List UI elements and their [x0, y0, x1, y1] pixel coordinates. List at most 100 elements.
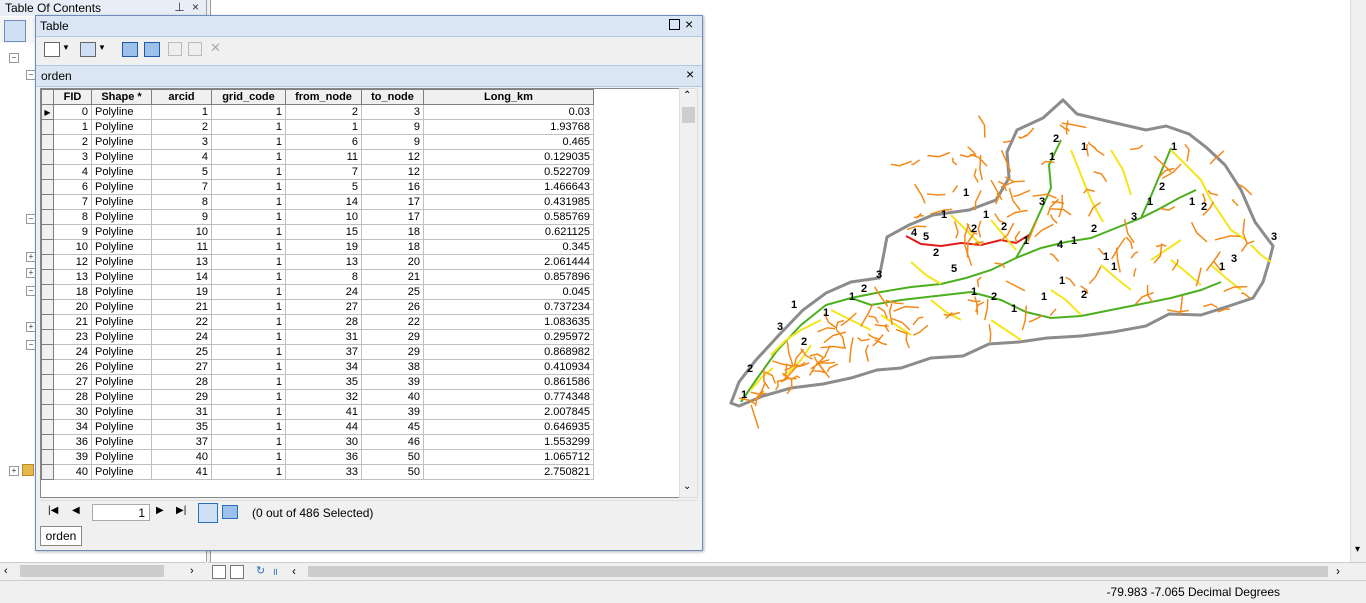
table-row[interactable]: 34 Polyline 35 1 44 45 0.646935 — [41, 419, 594, 435]
row-selector[interactable] — [41, 404, 54, 420]
row-selector-header[interactable] — [41, 89, 54, 105]
table-vertical-scrollbar[interactable]: ⌃ ⌄ — [679, 88, 698, 498]
scroll-right-icon[interactable]: › — [1336, 564, 1340, 578]
row-selector[interactable] — [41, 179, 54, 195]
row-selector[interactable] — [41, 224, 54, 240]
column-header[interactable]: Shape * — [91, 89, 152, 105]
row-selector[interactable] — [41, 194, 54, 210]
table-row[interactable]: 10 Polyline 11 1 19 18 0.345 — [41, 239, 594, 255]
table-row[interactable]: 20 Polyline 21 1 27 26 0.737234 — [41, 299, 594, 315]
table-row[interactable]: 40 Polyline 41 1 33 50 2.750821 — [41, 464, 594, 480]
table-options-icon[interactable] — [44, 42, 60, 57]
column-header[interactable]: grid_code — [211, 89, 286, 105]
scroll-thumb[interactable] — [20, 565, 164, 577]
related-tables-icon[interactable] — [80, 42, 96, 57]
expand-icon[interactable]: − — [9, 53, 19, 63]
table-row[interactable]: 2 Polyline 3 1 6 9 0.465 — [41, 134, 594, 150]
row-selector[interactable] — [41, 239, 54, 255]
table-row[interactable]: 1 Polyline 2 1 1 9 1.93768 — [41, 119, 594, 135]
toc-horizontal-scrollbar[interactable]: ‹ › — [0, 562, 206, 581]
table-row[interactable]: 23 Polyline 24 1 31 29 0.295972 — [41, 329, 594, 345]
row-selector[interactable] — [41, 464, 54, 480]
column-header[interactable]: to_node — [361, 89, 424, 105]
scroll-left-icon[interactable]: ‹ — [4, 565, 8, 577]
table-row[interactable]: 27 Polyline 28 1 35 39 0.861586 — [41, 374, 594, 390]
maximize-icon[interactable] — [669, 19, 680, 30]
table-tab-orden[interactable]: orden — [40, 526, 82, 546]
first-record-button[interactable]: |◀ — [48, 505, 58, 516]
row-selector[interactable] — [41, 284, 54, 300]
record-number-input[interactable]: 1 — [92, 504, 150, 521]
scroll-thumb[interactable] — [308, 566, 1328, 577]
row-selector[interactable]: ▶ — [41, 104, 54, 120]
scroll-right-icon[interactable]: › — [190, 565, 194, 577]
table-row[interactable]: 26 Polyline 27 1 34 38 0.410934 — [41, 359, 594, 375]
previous-record-button[interactable]: ◀ — [72, 505, 80, 516]
delete-selected-icon[interactable]: ✕ — [210, 40, 221, 56]
table-row[interactable]: 3 Polyline 4 1 11 12 0.129035 — [41, 149, 594, 165]
row-selector[interactable] — [41, 389, 54, 405]
layout-view-icon[interactable] — [212, 565, 226, 579]
clear-selection-icon[interactable] — [168, 42, 182, 56]
select-by-attributes-icon[interactable] — [122, 42, 138, 57]
next-record-button[interactable]: ▶ — [156, 505, 164, 516]
map-vertical-scrollbar[interactable]: ▾ — [1350, 0, 1366, 562]
row-selector[interactable] — [41, 344, 54, 360]
table-row[interactable]: 12 Polyline 13 1 13 20 2.061444 — [41, 254, 594, 270]
table-row[interactable]: ▶ 0 Polyline 1 1 2 3 0.03 — [41, 104, 594, 120]
pin-icon[interactable]: ⊥ — [173, 1, 186, 14]
table-row[interactable]: 28 Polyline 29 1 32 40 0.774348 — [41, 389, 594, 405]
row-selector[interactable] — [41, 269, 54, 285]
data-view-icon[interactable] — [230, 565, 244, 579]
switch-selection-icon[interactable] — [144, 42, 160, 57]
row-selector[interactable] — [41, 374, 54, 390]
row-selector[interactable] — [41, 449, 54, 465]
chevron-down-icon[interactable]: ▼ — [62, 43, 70, 52]
table-row[interactable]: 36 Polyline 37 1 30 46 1.553299 — [41, 434, 594, 450]
table-row[interactable]: 21 Polyline 22 1 28 22 1.083635 — [41, 314, 594, 330]
row-selector[interactable] — [41, 419, 54, 435]
close-icon[interactable]: × — [685, 16, 693, 32]
row-selector[interactable] — [41, 149, 54, 165]
table-row[interactable]: 8 Polyline 9 1 10 17 0.585769 — [41, 209, 594, 225]
table-row[interactable]: 13 Polyline 14 1 8 21 0.857896 — [41, 269, 594, 285]
column-header[interactable]: from_node — [285, 89, 362, 105]
row-selector[interactable] — [41, 134, 54, 150]
refresh-icon[interactable]: ↻ — [256, 564, 265, 577]
zoom-to-selected-icon[interactable] — [188, 42, 202, 56]
row-selector[interactable] — [41, 209, 54, 225]
row-selector[interactable] — [41, 329, 54, 345]
toc-close-button[interactable]: × — [189, 1, 202, 14]
column-header[interactable]: FID — [53, 89, 92, 105]
list-by-drawing-order-icon[interactable] — [4, 20, 26, 42]
row-selector[interactable] — [41, 254, 54, 270]
row-selector[interactable] — [41, 164, 54, 180]
table-row[interactable]: 24 Polyline 25 1 37 29 0.868982 — [41, 344, 594, 360]
scroll-down-icon[interactable]: ⌄ — [683, 481, 691, 492]
table-row[interactable]: 9 Polyline 10 1 15 18 0.621125 — [41, 224, 594, 240]
scroll-up-icon[interactable]: ⌃ — [683, 90, 691, 101]
row-selector[interactable] — [41, 359, 54, 375]
chevron-down-icon[interactable]: ▼ — [98, 43, 106, 52]
show-selected-records-icon[interactable] — [222, 505, 238, 519]
scroll-left-icon[interactable]: ‹ — [292, 564, 296, 578]
row-selector[interactable] — [41, 119, 54, 135]
row-selector[interactable] — [41, 434, 54, 450]
table-row[interactable]: 30 Polyline 31 1 41 39 2.007845 — [41, 404, 594, 420]
expand-icon[interactable]: + — [9, 466, 19, 476]
map-horizontal-scrollbar[interactable]: ↻ ॥ ‹ › — [208, 562, 1366, 581]
row-selector[interactable] — [41, 314, 54, 330]
row-selector[interactable] — [41, 299, 54, 315]
close-icon[interactable]: × — [686, 66, 694, 82]
scroll-thumb[interactable] — [682, 107, 695, 123]
table-row[interactable]: 7 Polyline 8 1 14 17 0.431985 — [41, 194, 594, 210]
table-row[interactable]: 39 Polyline 40 1 36 50 1.065712 — [41, 449, 594, 465]
show-all-records-icon[interactable] — [198, 503, 218, 523]
last-record-button[interactable]: ▶| — [176, 505, 186, 516]
column-header[interactable]: arcid — [151, 89, 212, 105]
table-row[interactable]: 18 Polyline 19 1 24 25 0.045 — [41, 284, 594, 300]
table-row[interactable]: 6 Polyline 7 1 5 16 1.466643 — [41, 179, 594, 195]
column-header[interactable]: Long_km — [423, 89, 594, 105]
table-row[interactable]: 4 Polyline 5 1 7 12 0.522709 — [41, 164, 594, 180]
pause-icon[interactable]: ॥ — [272, 564, 278, 578]
